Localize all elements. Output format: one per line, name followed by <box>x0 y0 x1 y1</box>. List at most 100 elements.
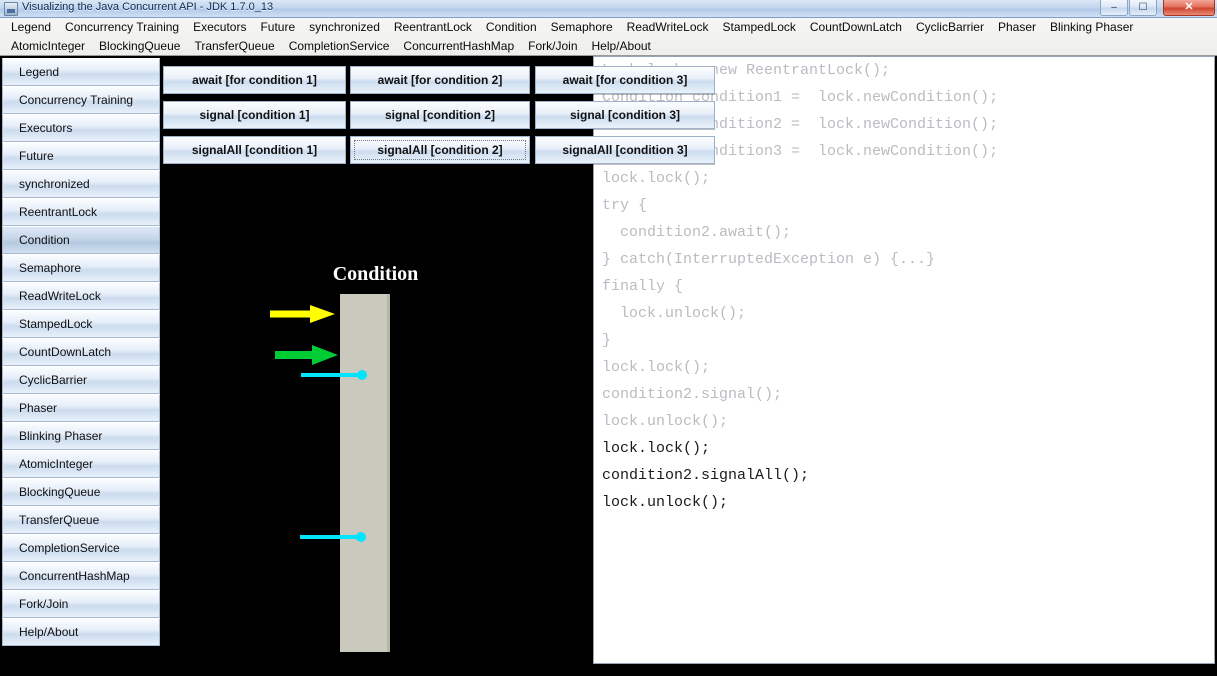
menu-item-help-about[interactable]: Help/About <box>585 37 658 56</box>
menu-item-reentrantlock[interactable]: ReentrantLock <box>387 18 479 37</box>
menu-item-atomicinteger[interactable]: AtomicInteger <box>4 37 92 56</box>
action-button-label: signal [condition 3] <box>570 108 680 122</box>
menu-item-executors[interactable]: Executors <box>186 18 253 37</box>
sidebar-item-reentrantlock[interactable]: ReentrantLock <box>2 198 160 226</box>
menu-item-legend[interactable]: Legend <box>4 18 58 37</box>
menu-item-readwritelock[interactable]: ReadWriteLock <box>620 18 716 37</box>
action-button-await-for-condition-1[interactable]: await [for condition 1] <box>163 66 346 94</box>
sidebar-item-fork-join[interactable]: Fork/Join <box>2 590 160 618</box>
menu-item-cyclicbarrier[interactable]: CyclicBarrier <box>909 18 991 37</box>
code-line: condition2.await(); <box>602 224 792 241</box>
code-line: condition2.signalAll(); <box>602 467 810 484</box>
menu-item-blinking-phaser[interactable]: Blinking Phaser <box>1043 18 1140 37</box>
menu-bar: Legend Concurrency Training Executors Futur… <box>0 18 1217 56</box>
menu-row-primary: Legend Concurrency Training Executors Futur… <box>0 18 1217 37</box>
menu-item-synchronized[interactable]: synchronized <box>302 18 387 37</box>
sidebar-item-phaser[interactable]: Phaser <box>2 394 160 422</box>
menu-item-phaser[interactable]: Phaser <box>991 18 1043 37</box>
window-title: Visualizing the Java Concurrent API - JD… <box>22 1 274 13</box>
sidebar-item-transferqueue[interactable]: TransferQueue <box>2 506 160 534</box>
code-line: lock.lock(); <box>602 170 711 187</box>
close-button[interactable]: ✕ <box>1163 0 1215 16</box>
close-icon: ✕ <box>1184 1 1194 13</box>
sidebar-item-label: AtomicInteger <box>19 457 94 471</box>
action-button-label: signalAll [condition 2] <box>377 143 503 157</box>
sidebar-item-label: synchronized <box>19 177 90 191</box>
action-button-signal-condition-2[interactable]: signal [condition 2] <box>350 101 530 129</box>
menu-item-blockingqueue[interactable]: BlockingQueue <box>92 37 187 56</box>
action-button-label: signal [condition 2] <box>385 108 495 122</box>
sidebar-item-label: Phaser <box>19 401 58 415</box>
code-line: lock.unlock(); <box>602 305 747 322</box>
sidebar-item-help-about[interactable]: Help/About <box>2 618 160 646</box>
thread-green-arrow <box>275 345 338 365</box>
menu-item-future[interactable]: Future <box>253 18 302 37</box>
code-line: lock.lock(); <box>602 359 711 376</box>
sidebar-item-label: Help/About <box>19 625 79 639</box>
code-line: lock.unlock(); <box>602 413 729 430</box>
menu-item-fork-join[interactable]: Fork/Join <box>521 37 584 56</box>
thread-cyan-lower <box>300 532 366 542</box>
action-button-signalall-condition-1[interactable]: signalAll [condition 1] <box>163 136 346 164</box>
menu-item-condition[interactable]: Condition <box>479 18 544 37</box>
sidebar-item-label: StampedLock <box>19 317 93 331</box>
sidebar-item-label: Legend <box>19 65 60 79</box>
action-button-label: await [for condition 2] <box>377 73 503 87</box>
sidebar-item-blinking-phaser[interactable]: Blinking Phaser <box>2 422 160 450</box>
menu-item-transferqueue[interactable]: TransferQueue <box>187 37 281 56</box>
sidebar-item-future[interactable]: Future <box>2 142 160 170</box>
action-button-await-for-condition-3[interactable]: await [for condition 3] <box>535 66 715 94</box>
application-window: Visualizing the Java Concurrent API - JD… <box>0 0 1217 676</box>
action-button-signal-condition-3[interactable]: signal [condition 3] <box>535 101 715 129</box>
thread-yellow-arrow <box>270 305 335 323</box>
sidebar-item-label: CyclicBarrier <box>19 373 88 387</box>
action-button-label: signalAll [condition 1] <box>191 143 318 157</box>
minimize-button[interactable]: – <box>1100 0 1128 16</box>
sidebar-item-label: ConcurrentHashMap <box>19 569 130 583</box>
code-line: try { <box>602 197 648 214</box>
sidebar-item-executors[interactable]: Executors <box>2 114 160 142</box>
maximize-button[interactable]: ☐ <box>1129 0 1157 16</box>
sidebar-item-label: Fork/Join <box>19 597 69 611</box>
menu-item-concurrenthashmap[interactable]: ConcurrentHashMap <box>396 37 521 56</box>
sidebar-item-concurrency-training[interactable]: Concurrency Training <box>2 86 160 114</box>
sidebar-item-readwritelock[interactable]: ReadWriteLock <box>2 282 160 310</box>
menu-item-stampedlock[interactable]: StampedLock <box>716 18 803 37</box>
app-icon <box>4 2 18 16</box>
sidebar-item-condition[interactable]: Condition <box>2 226 160 254</box>
menu-item-completionservice[interactable]: CompletionService <box>282 37 397 56</box>
action-button-label: signal [condition 1] <box>199 108 310 122</box>
menu-item-concurrency-training[interactable]: Concurrency Training <box>58 18 186 37</box>
sidebar-item-countdownlatch[interactable]: CountDownLatch <box>2 338 160 366</box>
action-button-label: await [for condition 1] <box>192 73 317 87</box>
sidebar-item-label: BlockingQueue <box>19 485 101 499</box>
action-button-signal-condition-1[interactable]: signal [condition 1] <box>163 101 346 129</box>
menu-item-countdownlatch[interactable]: CountDownLatch <box>803 18 909 37</box>
sidebar-item-legend[interactable]: Legend <box>2 58 160 86</box>
thread-cyan-upper <box>301 370 367 380</box>
sidebar-item-label: Semaphore <box>19 261 82 275</box>
sidebar-navigation: Legend Concurrency Training Executors Futur… <box>2 58 160 670</box>
sidebar-item-atomicinteger[interactable]: AtomicInteger <box>2 450 160 478</box>
sidebar-item-label: Concurrency Training <box>19 93 134 107</box>
action-button-signalall-condition-3[interactable]: signalAll [condition 3] <box>535 136 715 164</box>
content-area: Legend Concurrency Training Executors Futur… <box>0 56 1217 676</box>
action-button-signalall-condition-2[interactable]: signalAll [condition 2] <box>350 136 530 164</box>
menu-row-secondary: AtomicInteger BlockingQueue TransferQueue C… <box>0 37 1217 56</box>
menu-item-semaphore[interactable]: Semaphore <box>544 18 620 37</box>
action-button-await-for-condition-2[interactable]: await [for condition 2] <box>350 66 530 94</box>
sidebar-item-completionservice[interactable]: CompletionService <box>2 534 160 562</box>
sidebar-item-cyclicbarrier[interactable]: CyclicBarrier <box>2 366 160 394</box>
sidebar-item-semaphore[interactable]: Semaphore <box>2 254 160 282</box>
code-line: } <box>602 332 612 349</box>
action-button-label: await [for condition 3] <box>562 73 688 87</box>
sidebar-item-label: Condition <box>19 233 70 247</box>
sidebar-item-label: CountDownLatch <box>19 345 112 359</box>
code-line: lock.lock(); <box>602 440 711 457</box>
sidebar-item-stampedlock[interactable]: StampedLock <box>2 310 160 338</box>
sidebar-item-label: ReentrantLock <box>19 205 98 219</box>
sidebar-item-concurrenthashmap[interactable]: ConcurrentHashMap <box>2 562 160 590</box>
sidebar-item-blockingqueue[interactable]: BlockingQueue <box>2 478 160 506</box>
sidebar-item-label: ReadWriteLock <box>19 289 101 303</box>
sidebar-item-synchronized[interactable]: synchronized <box>2 170 160 198</box>
